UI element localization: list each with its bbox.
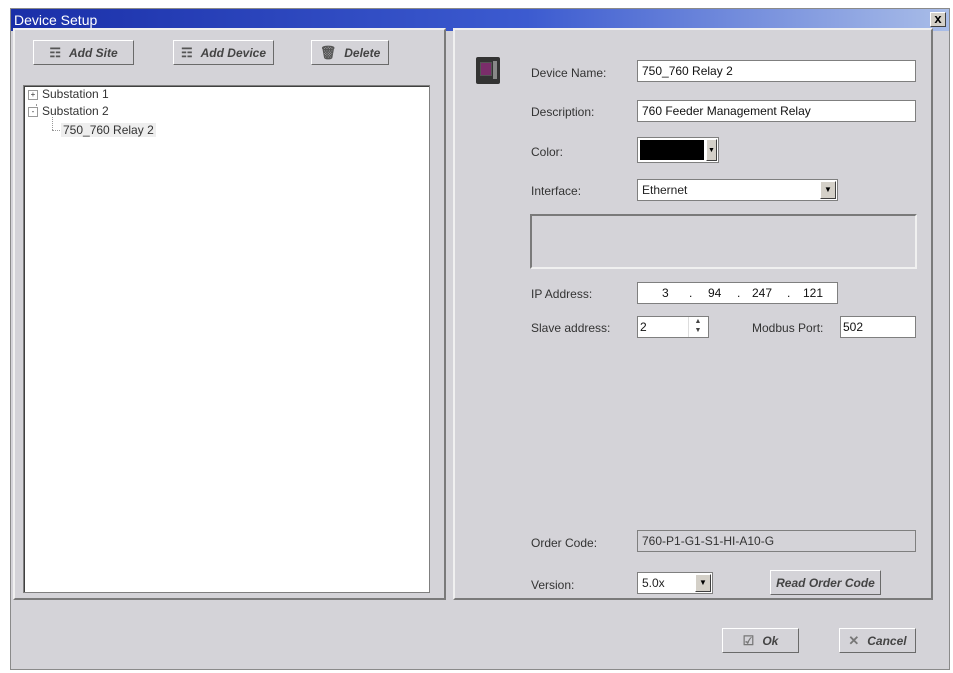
delete-button[interactable]: 🗑 Delete [311,40,389,65]
interface-settings-box [530,214,917,269]
close-button[interactable]: x [930,12,946,27]
window-title: Device Setup [14,12,98,28]
chevron-down-icon[interactable]: ▼ [706,139,717,161]
read-order-code-button[interactable]: Read Order Code [770,570,881,595]
version-value: 5.0x [642,576,665,590]
close-icon: ✕ [848,632,860,648]
cancel-button[interactable]: ✕ Cancel [839,628,916,653]
add-device-label: Add Device [200,45,266,60]
tree-item-substation-1[interactable]: + Substation 1 [28,87,109,101]
cancel-label: Cancel [867,633,907,648]
modbus-port-label: Modbus Port: [752,321,824,335]
version-select[interactable]: 5.0x ▼ [637,572,713,594]
checkmark-icon: ☑ [742,632,755,648]
ip-dot: . [689,286,693,300]
ok-label: Ok [762,633,779,648]
ip-address-field[interactable]: 3 . 94 . 247 . 121 [637,282,838,304]
collapse-icon[interactable]: - [28,107,38,117]
ip-dot: . [787,286,791,300]
delete-label: Delete [344,45,381,60]
chevron-down-icon[interactable]: ▼ [820,181,836,199]
expand-icon[interactable]: + [28,90,38,100]
slave-address-stepper[interactable]: 2 ▲ ▼ [637,316,709,338]
site-tree[interactable]: + Substation 1 - Substation 2 750_760 Rela… [23,85,430,593]
site-tree-panel: ☶ Add Site ☶ Add Device 🗑 Delete + Substa… [13,28,446,600]
color-picker[interactable]: ▼ [637,137,719,163]
spin-down-icon[interactable]: ▼ [689,326,707,335]
ip-octet-2[interactable]: 94 [708,286,721,300]
modbus-port-field[interactable]: 502 [840,316,916,338]
ip-octet-1[interactable]: 3 [662,286,669,300]
trash-icon: 🗑 [319,44,337,60]
color-label: Color: [531,145,564,159]
read-order-code-label: Read Order Code [776,575,875,590]
device-name-field[interactable]: 750_760 Relay 2 [637,60,916,82]
description-label: Description: [531,105,595,119]
ip-octet-3[interactable]: 247 [752,286,772,300]
spin-up-icon[interactable]: ▲ [689,317,707,326]
interface-label: Interface: [531,184,582,198]
device-name-label: Device Name: [531,66,607,80]
add-device-icon: ☶ [180,44,193,60]
relay-device-icon [476,57,500,84]
tree-item-substation-2[interactable]: - Substation 2 [28,104,109,118]
ok-button[interactable]: ☑ Ok [722,628,799,653]
tree-item-relay[interactable]: 750_760 Relay 2 [61,123,156,137]
interface-value: Ethernet [642,183,688,197]
color-swatch [640,140,704,160]
tree-connector [52,117,53,130]
interface-select[interactable]: Ethernet ▼ [637,179,838,201]
slave-address-value: 2 [640,320,647,334]
description-field[interactable]: 760 Feeder Management Relay [637,100,916,122]
add-site-button[interactable]: ☶ Add Site [33,40,134,65]
order-code-label: Order Code: [531,536,598,550]
version-label: Version: [531,578,575,592]
add-device-button[interactable]: ☶ Add Device [173,40,274,65]
ip-dot: . [737,286,741,300]
tree-connector [52,130,60,131]
ip-octet-4[interactable]: 121 [803,286,823,300]
slave-address-label: Slave address: [531,321,611,335]
add-site-icon: ☶ [49,44,61,60]
tree-item-label: Substation 2 [42,104,109,118]
tree-item-label: Substation 1 [42,87,109,101]
chevron-down-icon[interactable]: ▼ [695,574,711,592]
tree-item-label: 750_760 Relay 2 [61,123,156,137]
order-code-field: 760-P1-G1-S1-HI-A10-G [637,530,916,552]
add-site-label: Add Site [68,45,118,60]
ip-address-label: IP Address: [531,287,593,301]
spinner[interactable]: ▲ ▼ [688,317,707,337]
